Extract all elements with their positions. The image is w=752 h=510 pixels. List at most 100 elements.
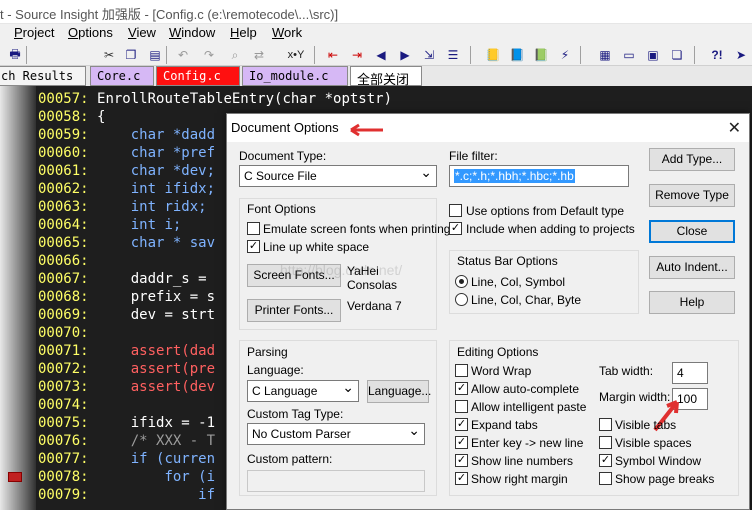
line-number: 00067: (38, 271, 89, 287)
print-icon[interactable]: 🖶 (6, 46, 24, 64)
lineup-whitespace-checkbox[interactable]: ✓ (247, 240, 260, 253)
toolbar-separator (166, 46, 167, 64)
tab-core-c[interactable]: Core.c (90, 66, 154, 86)
menu-view[interactable]: View (128, 25, 156, 40)
code-line[interactable]: 00066: (38, 252, 97, 270)
menu-help[interactable]: Help (230, 25, 257, 40)
code-line[interactable]: 00059: char *dadd (38, 126, 215, 144)
visible-spaces-checkbox[interactable] (599, 436, 612, 449)
status-line-col-symbol-radio[interactable] (455, 275, 468, 288)
menu-work[interactable]: Work (272, 25, 302, 40)
language-select[interactable]: C Language (247, 380, 359, 402)
show-page-breaks-checkbox[interactable] (599, 472, 612, 485)
window-left-icon[interactable]: ▭ (620, 46, 638, 64)
emulate-fonts-checkbox[interactable] (247, 222, 260, 235)
close-button[interactable]: Close (649, 220, 735, 243)
expand-tabs-checkbox[interactable]: ✓ (455, 418, 468, 431)
code-line[interactable]: 00067: daddr_s = (38, 270, 215, 288)
intelligent-paste-checkbox[interactable] (455, 400, 468, 413)
code-line[interactable]: 00074: (38, 396, 97, 414)
book2-icon[interactable]: 📘 (508, 46, 526, 64)
code-text: EnrollRouteTableEntry(char *optstr) (97, 91, 393, 107)
list-icon[interactable]: ☰ (444, 46, 462, 64)
code-line[interactable]: 00058: { (38, 108, 105, 126)
paste-icon[interactable]: ▤ (146, 46, 164, 64)
menu-project[interactable]: Project (14, 25, 54, 40)
tab-io-module-c[interactable]: Io_module.c (242, 66, 348, 86)
include-projects-checkbox[interactable]: ✓ (449, 222, 462, 235)
custom-pattern-input[interactable] (247, 470, 425, 492)
menu-window[interactable]: Window (169, 25, 215, 40)
jump-icon[interactable]: ⇲ (420, 46, 438, 64)
forward-icon[interactable]: ▶ (396, 46, 414, 64)
code-line[interactable]: 00073: assert(dev (38, 378, 215, 396)
show-page-breaks-label: Show page breaks (615, 472, 715, 486)
language-button[interactable]: Language... (367, 380, 431, 403)
lookup-icon[interactable]: ⚡ (556, 46, 574, 64)
code-line[interactable]: 00060: char *pref (38, 144, 215, 162)
code-line[interactable]: 00069: dev = strt (38, 306, 215, 324)
pointer-icon[interactable]: ➤ (732, 46, 750, 64)
window-right-icon[interactable]: ▣ (644, 46, 662, 64)
use-default-checkbox[interactable] (449, 204, 462, 217)
back-icon[interactable]: ◀ (372, 46, 390, 64)
code-line[interactable]: 00072: assert(pre (38, 360, 215, 378)
code-line[interactable]: 00070: (38, 324, 97, 342)
visible-tabs-checkbox[interactable] (599, 418, 612, 431)
xy-icon[interactable]: x•Y (284, 46, 308, 64)
show-line-numbers-checkbox[interactable]: ✓ (455, 454, 468, 467)
symbol-window-checkbox[interactable]: ✓ (599, 454, 612, 467)
code-line[interactable]: 00062: int ifidx; (38, 180, 215, 198)
copy-icon[interactable]: ❐ (122, 46, 140, 64)
help-button[interactable]: Help (649, 291, 735, 314)
enter-newline-checkbox[interactable]: ✓ (455, 436, 468, 449)
code-line[interactable]: 00075: ifidx = -1 (38, 414, 215, 432)
code-line[interactable]: 00071: assert(dad (38, 342, 215, 360)
tab-config-c[interactable]: Config.c (156, 66, 240, 86)
bookmark-left-icon[interactable]: ⇤ (324, 46, 342, 64)
book-icon[interactable]: 📒 (484, 46, 502, 64)
remove-type-button[interactable]: Remove Type (649, 184, 735, 207)
allow-autocomplete-checkbox[interactable]: ✓ (455, 382, 468, 395)
tab-search-results[interactable]: ch Results (0, 66, 86, 86)
replace-icon[interactable]: ⇄ (250, 46, 268, 64)
code-line[interactable]: 00068: prefix = s (38, 288, 215, 306)
window-tile-icon[interactable]: ▦ (596, 46, 614, 64)
emulate-fonts-label: Emulate screen fonts when printing (263, 222, 451, 236)
line-number: 00071: (38, 343, 89, 359)
word-wrap-checkbox[interactable] (455, 364, 468, 377)
code-line[interactable]: 00061: char *dev; (38, 162, 215, 180)
status-bar-label: Status Bar Options (457, 254, 558, 268)
bookmark-right-icon[interactable]: ⇥ (348, 46, 366, 64)
close-icon[interactable]: ✕ (728, 118, 741, 138)
tab-width-input[interactable]: 4 (672, 362, 708, 384)
code-line[interactable]: 00063: int ridx; (38, 198, 207, 216)
window-cascade-icon[interactable]: ❏ (668, 46, 686, 64)
custom-tag-select[interactable]: No Custom Parser (247, 423, 425, 445)
code-line[interactable]: 00078: for (i (38, 468, 215, 486)
cut-icon[interactable]: ✂ (100, 46, 118, 64)
code-line[interactable]: 00064: int i; (38, 216, 181, 234)
line-number: 00069: (38, 307, 89, 323)
add-type-button[interactable]: Add Type... (649, 148, 735, 171)
line-number: 00065: (38, 235, 89, 251)
close-all-button[interactable]: 全部关闭 (350, 66, 422, 88)
code-line[interactable]: 00057: EnrollRouteTableEntry(char *optst… (38, 90, 392, 108)
document-type-select[interactable]: C Source File (239, 165, 437, 187)
printer-fonts-button[interactable]: Printer Fonts... (247, 299, 341, 322)
help-icon[interactable]: ?! (708, 46, 726, 64)
code-line[interactable]: 00077: if (curren (38, 450, 215, 468)
show-right-margin-checkbox[interactable]: ✓ (455, 472, 468, 485)
code-line[interactable]: 00079: if (38, 486, 215, 504)
undo-icon[interactable]: ↶ (174, 46, 192, 64)
file-filter-input[interactable]: *.c;*.h;*.hbh;*.hbc;*.hb (449, 165, 629, 187)
code-line[interactable]: 00076: /* XXX - T (38, 432, 215, 450)
status-line-col-char-radio[interactable] (455, 293, 468, 306)
code-line[interactable]: 00065: char * sav (38, 234, 215, 252)
menu-options[interactable]: Options (68, 25, 113, 40)
search-icon[interactable]: ⌕ (226, 46, 244, 64)
document-options-dialog: Document Options ✕ Document Type: C Sour… (226, 113, 750, 510)
auto-indent-button[interactable]: Auto Indent... (649, 256, 735, 279)
redo-icon[interactable]: ↷ (200, 46, 218, 64)
book3-icon[interactable]: 📗 (532, 46, 550, 64)
